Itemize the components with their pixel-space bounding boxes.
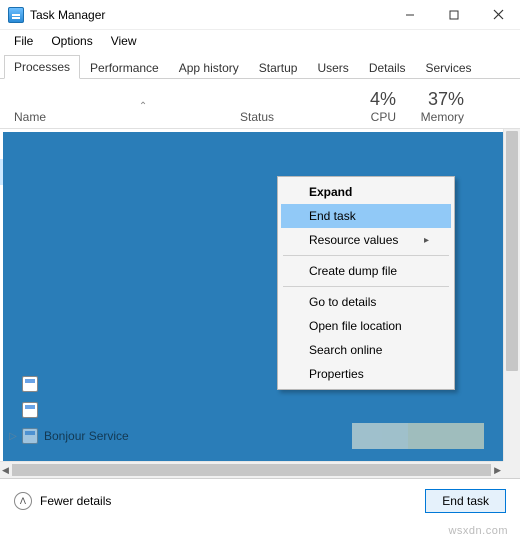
watermark: wsxdn.com — [448, 525, 508, 537]
scrollbar-thumb[interactable] — [506, 131, 518, 371]
minimize-button[interactable] — [388, 0, 432, 29]
vertical-scrollbar[interactable] — [503, 129, 520, 461]
scroll-right-icon[interactable]: ▶ — [494, 465, 501, 476]
menubar: File Options View — [0, 30, 520, 54]
process-row-bonjour[interactable]: ▷ Bonjour Service — [0, 423, 520, 449]
tab-processes[interactable]: Processes — [4, 55, 80, 79]
fewer-details-toggle[interactable]: ᐱ Fewer details — [14, 492, 111, 510]
minimize-icon — [405, 10, 415, 20]
window-controls — [388, 0, 520, 29]
context-resource-values[interactable]: Resource values ▸ — [281, 228, 451, 252]
context-go-to-details[interactable]: Go to details — [281, 290, 451, 314]
process-cpu — [352, 423, 408, 449]
fewer-details-label: Fewer details — [40, 494, 111, 508]
tab-services[interactable]: Services — [416, 56, 482, 79]
maximize-button[interactable] — [432, 0, 476, 29]
tab-details[interactable]: Details — [359, 56, 416, 79]
scroll-left-icon[interactable]: ◀ — [2, 465, 9, 476]
context-properties[interactable]: Properties — [281, 362, 451, 386]
tab-app-history[interactable]: App history — [169, 56, 249, 79]
context-create-dump[interactable]: Create dump file — [281, 259, 451, 283]
col-header-name[interactable]: Name ⌃ — [0, 110, 240, 124]
scroll-corner — [503, 461, 520, 478]
col-header-cpu[interactable]: 4% CPU — [348, 89, 404, 124]
adobe-icon — [22, 350, 38, 366]
tab-performance[interactable]: Performance — [80, 56, 169, 79]
bottom-bar: ᐱ Fewer details End task — [0, 479, 520, 523]
col-name-label: Name — [14, 110, 46, 124]
context-separator — [283, 255, 449, 256]
context-expand[interactable]: Expand — [281, 180, 451, 204]
close-button[interactable] — [476, 0, 520, 29]
column-headers: Name ⌃ Status 4% CPU 37% Memory — [0, 79, 520, 129]
submenu-arrow-icon: ▸ — [424, 235, 429, 246]
sort-chevron-icon: ⌃ — [46, 101, 240, 112]
titlebar: Task Manager — [0, 0, 520, 30]
menu-view[interactable]: View — [111, 34, 137, 48]
context-menu: Expand End task Resource values ▸ Create… — [277, 176, 455, 390]
generic-app-icon — [22, 402, 38, 418]
col-header-memory[interactable]: 37% Memory — [404, 89, 480, 124]
menu-options[interactable]: Options — [51, 34, 92, 48]
tab-users[interactable]: Users — [307, 56, 358, 79]
generic-app-icon — [22, 376, 38, 392]
maximize-icon — [449, 10, 459, 20]
cpu-usage-value: 4% — [348, 89, 396, 110]
horizontal-scrollbar[interactable]: ◀ ▶ — [0, 461, 503, 478]
process-name: Bonjour Service — [44, 429, 244, 443]
menu-file[interactable]: File — [14, 34, 33, 48]
context-search-online[interactable]: Search online — [281, 338, 451, 362]
chevron-up-circle-icon: ᐱ — [14, 492, 32, 510]
tabstrip: Processes Performance App history Startu… — [0, 54, 520, 79]
process-mem — [408, 423, 484, 449]
close-icon — [493, 9, 504, 20]
col-header-status[interactable]: Status — [240, 110, 348, 124]
context-end-task[interactable]: End task — [281, 204, 451, 228]
window-title: Task Manager — [30, 8, 105, 22]
app-icon — [8, 7, 24, 23]
cpu-label: CPU — [371, 110, 396, 124]
context-separator — [283, 286, 449, 287]
hscrollbar-thumb[interactable] — [12, 464, 491, 476]
memory-label: Memory — [421, 110, 464, 124]
tab-startup[interactable]: Startup — [249, 56, 308, 79]
context-open-file-location[interactable]: Open file location — [281, 314, 451, 338]
expand-icon[interactable]: ▷ — [0, 431, 18, 442]
end-task-button[interactable]: End task — [425, 489, 506, 513]
context-resource-values-label: Resource values — [309, 233, 398, 247]
generic-app-icon — [22, 428, 38, 444]
memory-usage-value: 37% — [404, 89, 464, 110]
